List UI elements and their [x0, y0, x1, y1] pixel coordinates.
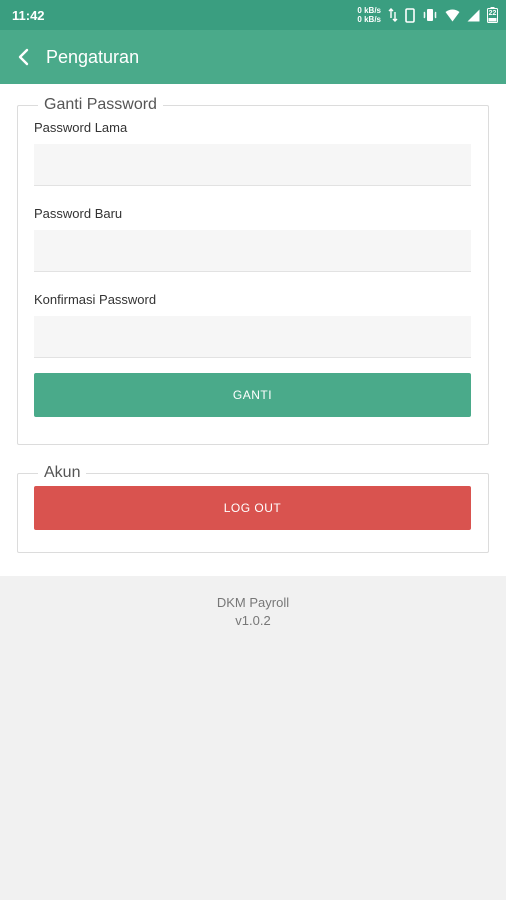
old-password-input[interactable]	[34, 144, 471, 186]
change-password-section: Ganti Password Password Lama Password Ba…	[17, 96, 489, 445]
chevron-left-icon	[18, 48, 29, 66]
network-speed: 0 kB/s 0 kB/s	[357, 6, 381, 24]
change-password-legend: Ganti Password	[44, 96, 157, 113]
back-button[interactable]	[2, 30, 46, 84]
old-password-label: Password Lama	[34, 120, 128, 135]
status-time: 11:42	[12, 8, 45, 23]
account-legend: Akun	[44, 464, 81, 481]
confirm-password-input[interactable]	[34, 316, 471, 358]
change-password-button[interactable]: GANTI	[34, 373, 471, 417]
app-name: DKM Payroll	[216, 595, 290, 610]
settings-content: Ganti Password Password Lama Password Ba…	[0, 84, 506, 576]
logout-button[interactable]: LOG OUT	[34, 486, 471, 530]
app-bar: Pengaturan	[0, 30, 506, 84]
account-section: Akun LOG OUT	[17, 464, 489, 553]
battery-level: 22	[488, 10, 497, 17]
vibrate-icon	[422, 8, 438, 22]
phone-icon	[405, 7, 415, 23]
battery-icon: 22	[487, 7, 498, 23]
net-down-speed: 0 kB/s	[357, 15, 381, 24]
signal-icon	[467, 9, 480, 22]
wifi-icon	[445, 9, 460, 22]
data-transfer-icon	[388, 8, 398, 22]
app-version: v1.0.2	[235, 613, 271, 628]
page-title: Pengaturan	[46, 46, 140, 67]
status-bar: 11:42 0 kB/s 0 kB/s 22	[0, 0, 506, 30]
net-up-speed: 0 kB/s	[357, 6, 381, 15]
app-footer: DKM Payroll v1.0.2	[0, 594, 506, 630]
new-password-label: Password Baru	[34, 206, 123, 221]
new-password-input[interactable]	[34, 230, 471, 272]
status-icons: 0 kB/s 0 kB/s 22	[357, 2, 498, 28]
confirm-password-label: Konfirmasi Password	[34, 292, 157, 307]
